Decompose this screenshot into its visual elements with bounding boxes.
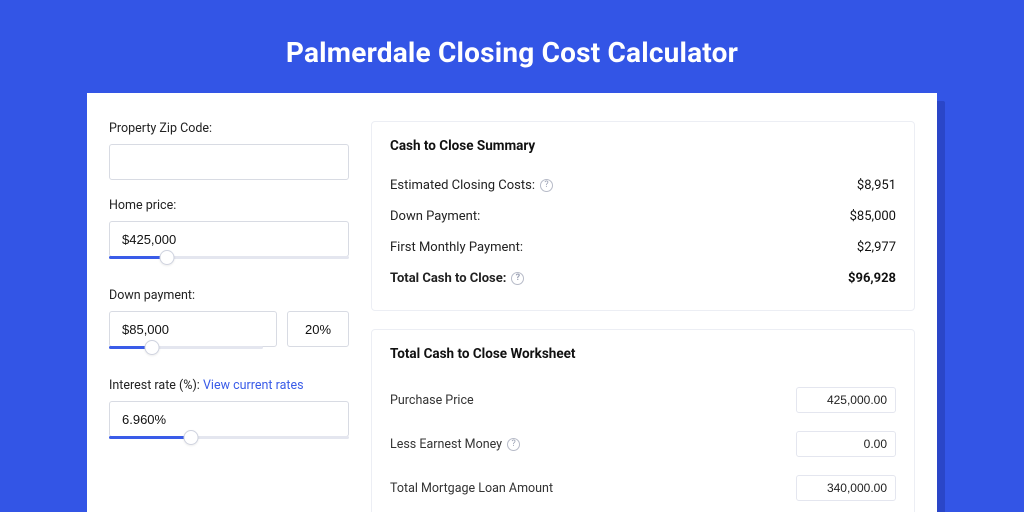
help-icon[interactable]: ? — [511, 272, 524, 285]
interest-rate-label-text: Interest rate (%): — [109, 378, 200, 393]
worksheet-label-text: Less Earnest Money — [390, 437, 502, 452]
summary-label-text: First Monthly Payment: — [390, 240, 523, 255]
worksheet-row: Less Earnest Money ? — [390, 422, 896, 466]
slider-thumb[interactable] — [183, 430, 198, 445]
summary-row: Estimated Closing Costs: ? $8,951 — [390, 170, 896, 201]
worksheet-value-input[interactable] — [796, 431, 896, 457]
summary-label-text: Down Payment: — [390, 209, 480, 224]
summary-value: $8,951 — [857, 178, 896, 193]
summary-total-label-text: Total Cash to Close: — [390, 271, 506, 286]
summary-row: Down Payment: $85,000 — [390, 201, 896, 232]
calculator-card: Property Zip Code: Home price: Down paym… — [87, 93, 937, 512]
home-price-slider[interactable] — [109, 256, 349, 270]
worksheet-panel: Total Cash to Close Worksheet Purchase P… — [371, 329, 915, 512]
summary-title: Cash to Close Summary — [390, 138, 896, 154]
worksheet-label: Total Mortgage Loan Amount — [390, 481, 553, 496]
down-payment-slider[interactable] — [109, 346, 263, 360]
help-icon[interactable]: ? — [540, 179, 553, 192]
summary-panel: Cash to Close Summary Estimated Closing … — [371, 121, 915, 311]
down-payment-pct-input[interactable] — [287, 311, 349, 347]
summary-total-row: Total Cash to Close: ? $96,928 — [390, 263, 896, 294]
card-wrapper: Property Zip Code: Home price: Down paym… — [87, 93, 937, 512]
summary-label-text: Estimated Closing Costs: — [390, 178, 535, 193]
down-payment-input[interactable] — [109, 311, 277, 347]
worksheet-value-input[interactable] — [796, 387, 896, 413]
summary-label: Estimated Closing Costs: ? — [390, 178, 553, 193]
down-payment-row — [109, 311, 349, 347]
worksheet-row: Purchase Price — [390, 378, 896, 422]
interest-rate-group: Interest rate (%): View current rates — [109, 378, 349, 450]
worksheet-label-text: Total Mortgage Loan Amount — [390, 481, 553, 496]
summary-value: $85,000 — [850, 209, 896, 224]
home-price-label: Home price: — [109, 198, 349, 213]
summary-total-value: $96,928 — [848, 271, 896, 286]
summary-total-label: Total Cash to Close: ? — [390, 271, 524, 286]
slider-thumb[interactable] — [145, 340, 160, 355]
down-payment-group: Down payment: — [109, 288, 349, 360]
slider-fill — [109, 436, 191, 439]
summary-label: Down Payment: — [390, 209, 480, 224]
zip-label: Property Zip Code: — [109, 121, 349, 136]
worksheet-label-text: Purchase Price — [390, 393, 474, 408]
view-rates-link[interactable]: View current rates — [203, 378, 304, 393]
home-price-group: Home price: — [109, 198, 349, 270]
worksheet-label: Less Earnest Money ? — [390, 437, 520, 452]
slider-thumb[interactable] — [159, 250, 174, 265]
down-payment-label: Down payment: — [109, 288, 349, 303]
worksheet-row: Total Mortgage Loan Amount — [390, 466, 896, 510]
home-price-input[interactable] — [109, 221, 349, 257]
summary-row: First Monthly Payment: $2,977 — [390, 232, 896, 263]
slider-fill — [109, 256, 167, 259]
zip-group: Property Zip Code: — [109, 121, 349, 180]
interest-rate-label: Interest rate (%): View current rates — [109, 378, 349, 393]
worksheet-title: Total Cash to Close Worksheet — [390, 346, 896, 362]
input-column: Property Zip Code: Home price: Down paym… — [109, 121, 349, 512]
zip-input[interactable] — [109, 144, 349, 180]
interest-rate-input[interactable] — [109, 401, 349, 437]
page-title: Palmerdale Closing Cost Calculator — [0, 0, 1024, 93]
summary-value: $2,977 — [857, 240, 896, 255]
help-icon[interactable]: ? — [507, 438, 520, 451]
results-column: Cash to Close Summary Estimated Closing … — [371, 121, 915, 512]
worksheet-value-input[interactable] — [796, 475, 896, 501]
interest-rate-slider[interactable] — [109, 436, 349, 450]
summary-label: First Monthly Payment: — [390, 240, 523, 255]
worksheet-label: Purchase Price — [390, 393, 474, 408]
